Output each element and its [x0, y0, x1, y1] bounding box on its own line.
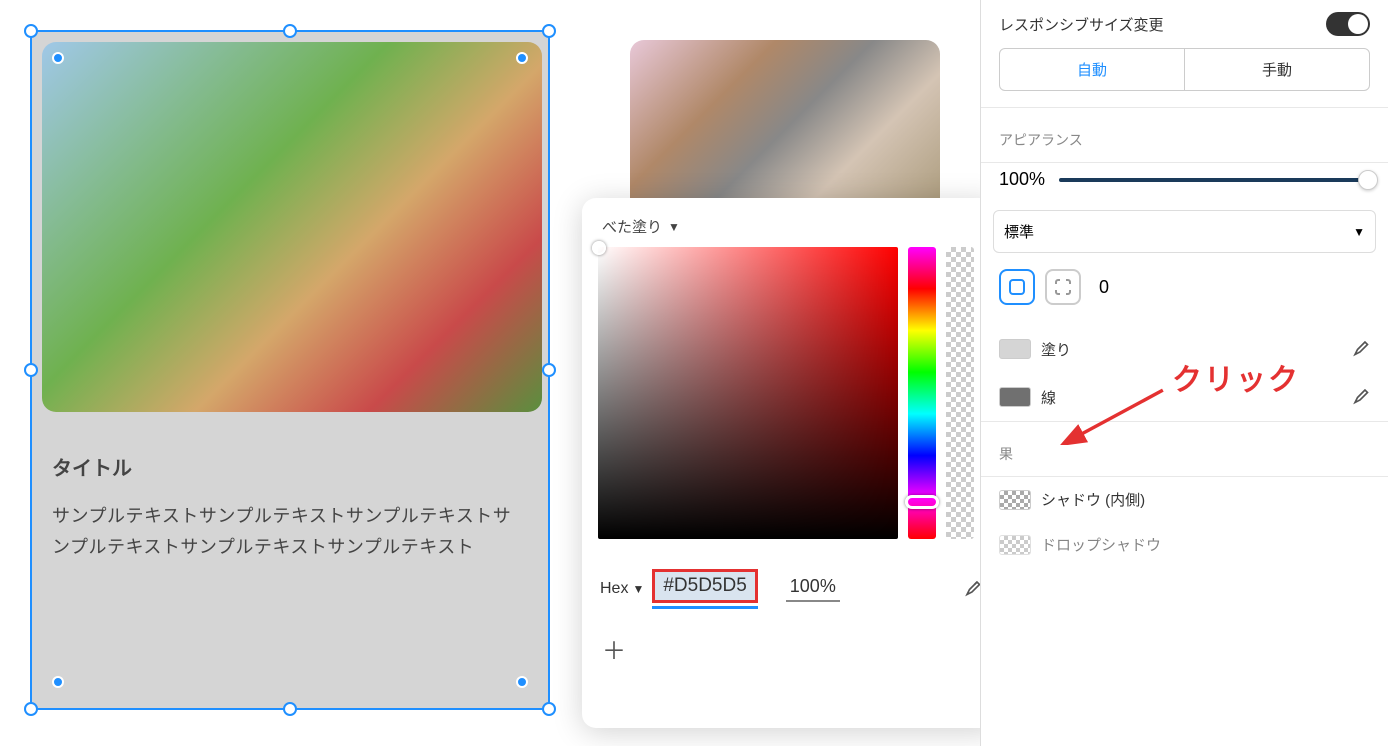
chevron-down-icon: ▼ — [1353, 225, 1365, 239]
drop-shadow-label: ドロップシャドウ — [1041, 534, 1161, 555]
responsive-label: レスポンシブサイズ変更 — [999, 14, 1164, 35]
resize-handle-br[interactable] — [542, 702, 556, 716]
format-label: Hex — [600, 580, 628, 598]
color-format-selector[interactable]: Hex ▼ — [600, 580, 644, 598]
chevron-down-icon: ▼ — [632, 582, 644, 596]
eyedropper-icon[interactable] — [962, 577, 982, 602]
responsive-row: レスポンシブサイズ変更 — [981, 0, 1388, 48]
alpha-slider[interactable] — [946, 247, 974, 539]
fill-mode-selector[interactable]: べた塗り ▼ — [582, 198, 1000, 247]
resize-handle-tm[interactable] — [283, 24, 297, 38]
effects-section: 果 — [981, 421, 1388, 477]
padding-handle-br[interactable] — [516, 676, 528, 688]
card-title[interactable]: タイトル — [52, 452, 528, 481]
chevron-down-icon: ▼ — [668, 220, 680, 234]
saturation-brightness-area[interactable] — [598, 247, 898, 539]
drop-shadow-swatch[interactable] — [999, 535, 1031, 555]
effects-label-partial: 果 — [999, 444, 1013, 464]
blend-mode-label: 標準 — [1004, 221, 1034, 242]
inner-shadow-swatch[interactable] — [999, 490, 1031, 510]
fill-swatch[interactable] — [999, 339, 1031, 359]
eyedropper-icon[interactable] — [1350, 337, 1370, 361]
hex-input-wrapper: #D5D5D5 — [652, 569, 757, 609]
responsive-mode-segment: 自動 手動 — [999, 48, 1370, 91]
resize-handle-mr[interactable] — [542, 363, 556, 377]
resize-handle-bl[interactable] — [24, 702, 38, 716]
inner-shadow-row[interactable]: シャドウ (内側) — [981, 477, 1388, 522]
resize-handle-bm[interactable] — [283, 702, 297, 716]
annotation-arrow-icon — [1060, 385, 1180, 445]
mode-manual-button[interactable]: 手動 — [1185, 49, 1369, 90]
mode-auto-button[interactable]: 自動 — [1000, 49, 1185, 90]
card-image-2[interactable] — [630, 40, 940, 220]
resize-handle-tl[interactable] — [24, 24, 38, 38]
card-body-text[interactable]: サンプルテキストサンプルテキストサンプルテキストサンプルテキストサンプルテキスト… — [52, 501, 528, 562]
opacity-row: 100% — [981, 163, 1388, 204]
color-picker-popup: べた塗り ▼ Hex ▼ #D5D5D5 100% ＋ — [582, 198, 1000, 728]
opacity-input[interactable]: 100% — [786, 576, 840, 602]
inner-shadow-label: シャドウ (内側) — [1041, 489, 1145, 510]
fill-label: 塗り — [1041, 339, 1071, 360]
stroke-label: 線 — [1041, 387, 1056, 408]
blend-mode-select[interactable]: 標準 ▼ — [993, 210, 1376, 253]
responsive-toggle[interactable] — [1326, 12, 1370, 36]
hue-cursor[interactable] — [905, 495, 939, 509]
padding-handle-tr[interactable] — [516, 52, 528, 64]
opacity-value[interactable]: 100% — [999, 169, 1045, 190]
appearance-label: アピアランス — [999, 130, 1083, 150]
corner-radius-row: 0 — [981, 259, 1388, 315]
add-swatch-button[interactable]: ＋ — [582, 609, 1000, 666]
hue-slider[interactable] — [908, 247, 936, 539]
corner-independent-button[interactable] — [1045, 269, 1081, 305]
drop-shadow-row[interactable]: ドロップシャドウ — [981, 522, 1388, 567]
opacity-slider[interactable] — [1059, 178, 1370, 182]
corner-radius-input[interactable]: 0 — [1099, 277, 1109, 298]
resize-handle-tr[interactable] — [542, 24, 556, 38]
opacity-knob[interactable] — [1358, 170, 1378, 190]
stroke-swatch[interactable] — [999, 387, 1031, 407]
padding-handle-bl[interactable] — [52, 676, 64, 688]
selected-card[interactable]: タイトル サンプルテキストサンプルテキストサンプルテキストサンプルテキストサンプ… — [30, 30, 550, 710]
annotation-text: クリック — [1172, 355, 1300, 399]
card-image[interactable] — [42, 42, 542, 412]
padding-handle-tl[interactable] — [52, 52, 64, 64]
appearance-section: アピアランス — [981, 107, 1388, 163]
corner-same-button[interactable] — [999, 269, 1035, 305]
eyedropper-icon[interactable] — [1350, 385, 1370, 409]
hex-input[interactable]: #D5D5D5 — [652, 569, 757, 603]
resize-handle-ml[interactable] — [24, 363, 38, 377]
fill-mode-label: べた塗り — [602, 216, 662, 237]
sb-cursor[interactable] — [592, 241, 606, 255]
